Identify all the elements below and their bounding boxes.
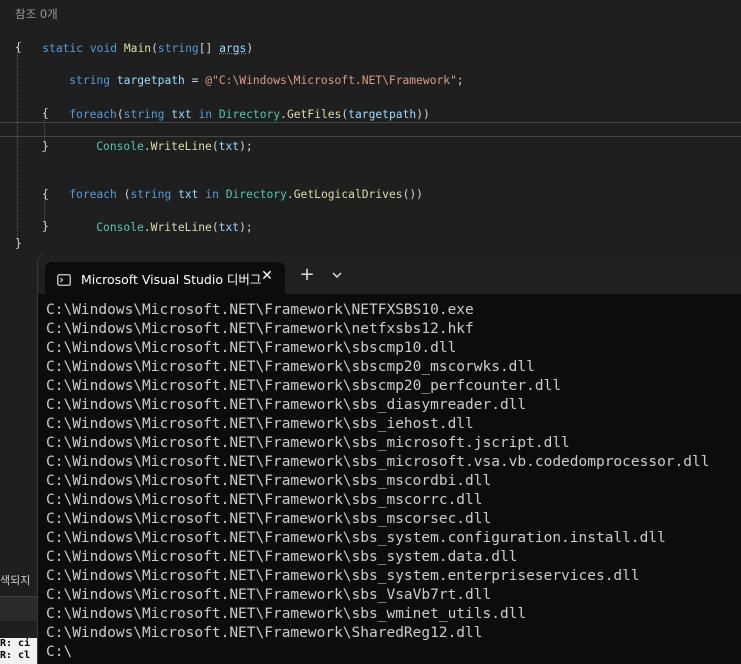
terminal-app-icon bbox=[57, 271, 71, 286]
code-token-method: GetFiles bbox=[286, 108, 342, 121]
code-token-punct: . bbox=[280, 108, 287, 121]
code-token-keyword: void bbox=[89, 42, 118, 55]
code-token-type: Console bbox=[96, 221, 144, 234]
code-line-foreach-getfiles[interactable]: foreach(string txt in Directory.GetFiles… bbox=[42, 89, 430, 121]
code-token-method: WriteLine bbox=[150, 221, 212, 234]
code-editor[interactable]: 참조 0개 static void Main(string[] args) { … bbox=[0, 0, 741, 260]
background-tab-label[interactable]: 색되지 bbox=[0, 572, 38, 588]
code-token-punct: [] bbox=[198, 42, 220, 55]
code-token-variable: txt bbox=[218, 140, 240, 153]
code-token-keyword: static bbox=[42, 42, 84, 55]
code-line-brace[interactable]: { bbox=[42, 105, 49, 122]
code-token-parameter: args bbox=[219, 42, 247, 55]
code-token-punct: ); bbox=[239, 221, 253, 234]
code-token-variable: targetpath bbox=[348, 108, 417, 121]
background-console: R: ci R: cl bbox=[0, 638, 38, 664]
background-panel-sliver: 색되지 R: ci R: cl bbox=[0, 560, 38, 664]
indent-guide bbox=[17, 48, 18, 240]
terminal-output-line: C:\Windows\Microsoft.NET\Framework\sbs_s… bbox=[46, 549, 518, 565]
terminal-output-line: C:\Windows\Microsoft.NET\Framework\sbs_i… bbox=[46, 416, 474, 432]
terminal-output-line: C:\Windows\Microsoft.NET\Framework\sbs_m… bbox=[46, 454, 710, 470]
code-token-punct: )) bbox=[416, 108, 430, 121]
code-line-main-signature[interactable]: static void Main(string[] args) bbox=[15, 23, 253, 55]
terminal-titlebar[interactable]: Microsoft Visual Studio 디버그 ✕ + bbox=[38, 254, 741, 294]
background-console-line: R: cl bbox=[0, 650, 31, 661]
code-line-writeline[interactable]: Console.WriteLine(txt); bbox=[69, 121, 252, 153]
code-token-punct: ) bbox=[246, 42, 254, 55]
code-token-keyword: in bbox=[198, 108, 213, 121]
code-line-brace[interactable]: } bbox=[42, 138, 49, 155]
code-token-keyword: foreach bbox=[69, 188, 117, 201]
terminal-output-line: C:\Windows\Microsoft.NET\Framework\sbs_m… bbox=[46, 511, 492, 527]
code-line-foreach-drives[interactable]: foreach (string txt in Directory.GetLogi… bbox=[42, 169, 423, 201]
code-token-punct: ( bbox=[151, 42, 158, 55]
code-token-brace: } bbox=[42, 140, 49, 153]
codelens-references[interactable]: 참조 0개 bbox=[15, 6, 58, 22]
plus-icon[interactable]: + bbox=[297, 265, 317, 285]
code-token-keyword: in bbox=[205, 188, 219, 201]
terminal-tab[interactable]: Microsoft Visual Studio 디버그 ✕ bbox=[45, 262, 285, 294]
code-token-keyword: string bbox=[157, 42, 199, 55]
code-line-brace[interactable]: } bbox=[15, 235, 22, 252]
terminal-tab-title: Microsoft Visual Studio 디버그 bbox=[81, 272, 262, 287]
terminal-output-line: C:\Windows\Microsoft.NET\Framework\sbs_V… bbox=[46, 587, 492, 603]
code-line-brace[interactable]: { bbox=[42, 186, 49, 203]
code-line-brace[interactable]: } bbox=[42, 218, 49, 235]
code-token-operator: = bbox=[184, 74, 206, 87]
code-token-punct: ()) bbox=[402, 188, 423, 201]
terminal-output-line: C:\Windows\Microsoft.NET\Framework\sbs_d… bbox=[46, 397, 527, 413]
terminal-output-line: C:\Windows\Microsoft.NET\Framework\sbs_w… bbox=[46, 606, 527, 622]
code-token-punct: ( bbox=[211, 221, 219, 234]
terminal-output-line: C:\Windows\Microsoft.NET\Framework\sbs_s… bbox=[46, 530, 666, 546]
code-token-punct: . bbox=[286, 188, 294, 201]
code-token-punct: ( bbox=[211, 140, 219, 153]
code-token-keyword: string bbox=[69, 74, 111, 87]
terminal-output-line: C:\Windows\Microsoft.NET\Framework\NETFX… bbox=[46, 302, 474, 318]
terminal-output[interactable]: C:\Windows\Microsoft.NET\Framework\NETFX… bbox=[46, 301, 709, 662]
terminal-output-line: C:\Windows\Microsoft.NET\Framework\sbs_m… bbox=[46, 492, 483, 508]
code-token-variable: txt bbox=[178, 188, 199, 201]
code-token-type: Console bbox=[96, 140, 144, 153]
code-token-variable: txt bbox=[218, 221, 240, 234]
code-token-punct: ( bbox=[116, 108, 124, 121]
code-token-variable: txt bbox=[171, 108, 192, 121]
code-token-method: WriteLine bbox=[150, 140, 212, 153]
code-line-brace[interactable]: { bbox=[15, 39, 22, 56]
code-token-type: Directory bbox=[225, 188, 287, 201]
code-line-targetpath[interactable]: string targetpath = @"C:\Windows\Microso… bbox=[42, 55, 464, 87]
debug-console-window[interactable]: Microsoft Visual Studio 디버그 ✕ + C:\Windo… bbox=[38, 254, 741, 664]
code-token-punct: ; bbox=[456, 74, 464, 87]
terminal-output-line: C:\Windows\Microsoft.NET\Framework\sbscm… bbox=[46, 340, 457, 356]
background-toolbar bbox=[0, 596, 38, 621]
terminal-output-line: C:\Windows\Microsoft.NET\Framework\sbscm… bbox=[46, 378, 562, 394]
code-token-method: Main bbox=[123, 42, 152, 55]
code-token-punct: . bbox=[143, 221, 151, 234]
terminal-output-line: C:\Windows\Microsoft.NET\Framework\netfx… bbox=[46, 321, 474, 337]
code-token-method: GetLogicalDrives bbox=[293, 188, 403, 201]
background-console-line: R: ci bbox=[0, 638, 31, 649]
chevron-down-icon[interactable] bbox=[327, 265, 347, 285]
terminal-output-line: C:\Windows\Microsoft.NET\Framework\sbs_s… bbox=[46, 568, 640, 584]
code-token-variable: targetpath bbox=[116, 74, 185, 87]
code-line-writeline[interactable]: Console.WriteLine(txt); bbox=[69, 202, 252, 234]
close-icon[interactable]: ✕ bbox=[258, 267, 276, 285]
code-token-punct: ); bbox=[239, 140, 253, 153]
code-token-punct: ( bbox=[116, 188, 131, 201]
code-token-keyword: string bbox=[123, 108, 165, 121]
code-token-punct: . bbox=[143, 140, 151, 153]
terminal-output-line: C:\ bbox=[46, 644, 73, 660]
terminal-output-line: C:\Windows\Microsoft.NET\Framework\sbs_m… bbox=[46, 473, 492, 489]
code-token-type: Directory bbox=[218, 108, 281, 121]
terminal-output-line: C:\Windows\Microsoft.NET\Framework\sbscm… bbox=[46, 359, 535, 375]
code-token-string: @"C:\Windows\Microsoft.NET\Framework" bbox=[205, 74, 457, 87]
code-token-keyword: foreach bbox=[69, 108, 117, 121]
code-token-keyword: string bbox=[130, 188, 172, 201]
terminal-output-line: C:\Windows\Microsoft.NET\Framework\Share… bbox=[46, 625, 483, 641]
terminal-output-line: C:\Windows\Microsoft.NET\Framework\sbs_m… bbox=[46, 435, 570, 451]
